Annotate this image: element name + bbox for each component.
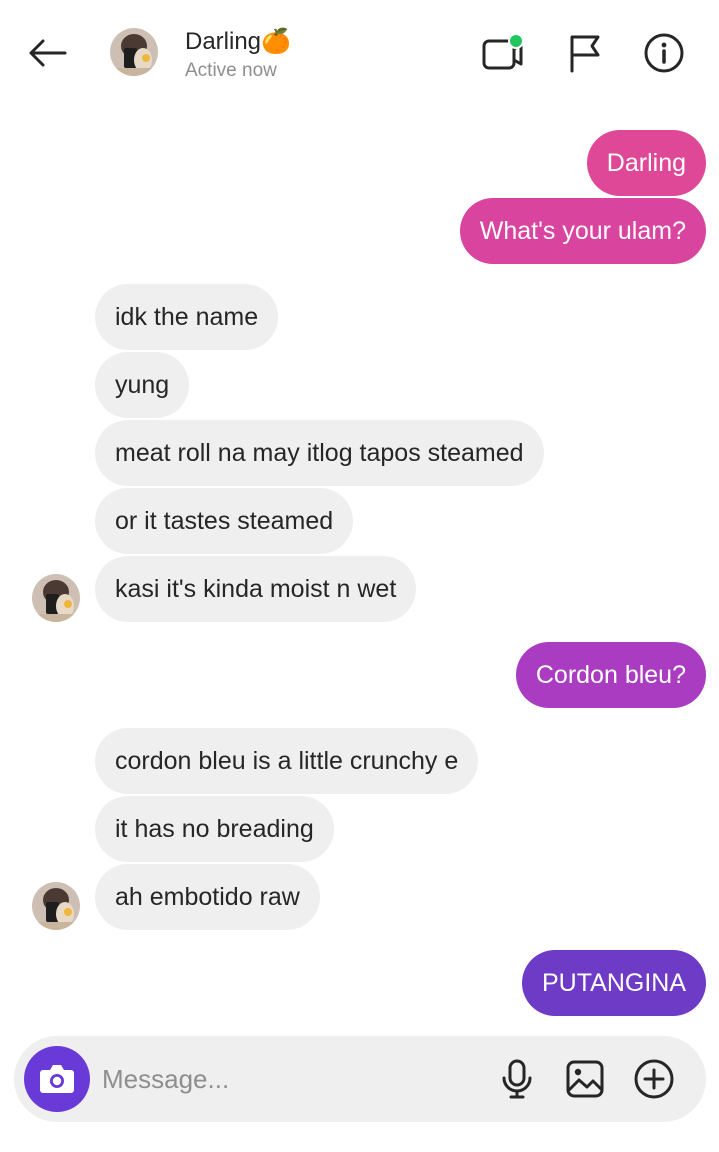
conversation-info-button[interactable] bbox=[641, 30, 687, 76]
message-composer bbox=[14, 1036, 706, 1122]
report-button[interactable] bbox=[562, 30, 608, 76]
sent-message[interactable]: What's your ulam? bbox=[459, 198, 706, 264]
back-button[interactable] bbox=[24, 32, 70, 74]
more-options-button[interactable] bbox=[631, 1056, 677, 1102]
received-message[interactable]: kasi it's kinda moist n wet bbox=[95, 556, 417, 622]
received-message[interactable]: idk the name bbox=[95, 284, 279, 350]
contact-avatar[interactable] bbox=[110, 28, 158, 76]
gallery-button[interactable] bbox=[562, 1056, 608, 1102]
contact-name[interactable]: Darling🍊 bbox=[185, 27, 291, 56]
received-message[interactable]: yung bbox=[95, 352, 190, 418]
microphone-icon bbox=[502, 1059, 532, 1099]
received-message[interactable]: it has no breading bbox=[95, 796, 334, 862]
sent-message[interactable]: PUTANGINA bbox=[522, 950, 706, 1016]
message-input[interactable] bbox=[102, 1054, 482, 1104]
received-message[interactable]: cordon bleu is a little crunchy e bbox=[95, 728, 479, 794]
flag-icon bbox=[570, 35, 600, 73]
chat-header: Darling🍊 Active now bbox=[0, 0, 719, 108]
received-message[interactable]: ah embotido raw bbox=[95, 864, 320, 930]
sent-message[interactable]: Darling bbox=[586, 130, 706, 196]
active-status: Active now bbox=[185, 60, 277, 81]
voice-message-button[interactable] bbox=[494, 1056, 540, 1102]
video-call-button[interactable] bbox=[480, 30, 526, 76]
sender-avatar[interactable] bbox=[32, 574, 80, 622]
add-icon bbox=[634, 1059, 674, 1099]
video-call-icon bbox=[482, 33, 524, 70]
sender-avatar[interactable] bbox=[32, 882, 80, 930]
received-message[interactable]: meat roll na may itlog tapos steamed bbox=[95, 420, 544, 486]
back-arrow-icon bbox=[29, 39, 67, 67]
gallery-icon bbox=[566, 1060, 604, 1098]
received-message[interactable]: or it tastes steamed bbox=[95, 488, 354, 554]
camera-icon bbox=[40, 1065, 74, 1093]
info-icon bbox=[644, 33, 684, 73]
camera-button[interactable] bbox=[24, 1046, 90, 1112]
sent-message[interactable]: Cordon bleu? bbox=[515, 642, 706, 708]
